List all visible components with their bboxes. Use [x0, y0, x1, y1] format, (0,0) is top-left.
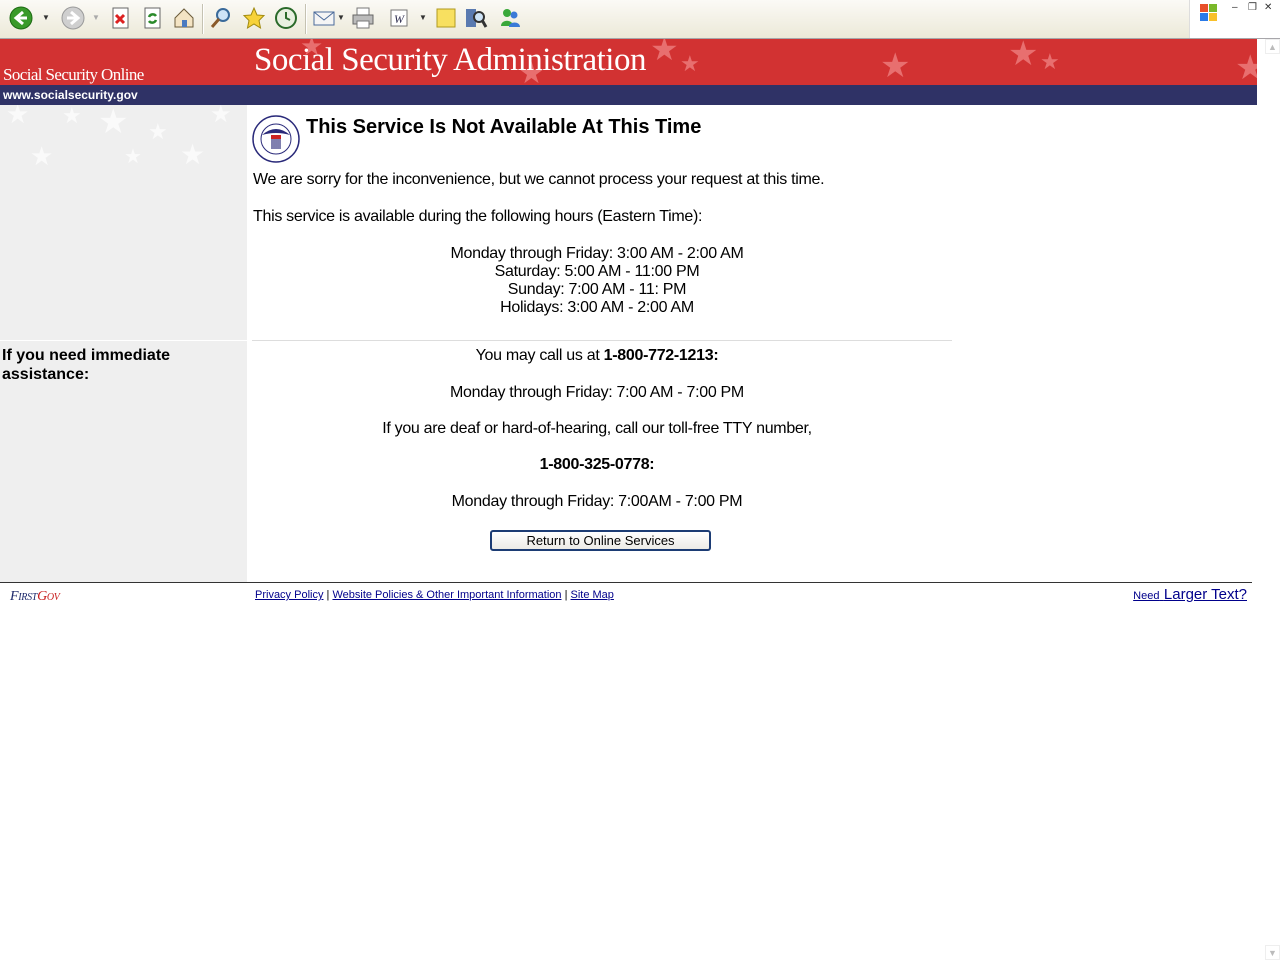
- decorative-star-icon: ★: [1040, 49, 1060, 74]
- larger-text-link[interactable]: Need Larger Text?: [1133, 586, 1247, 604]
- back-dropdown-icon[interactable]: ▼: [42, 14, 50, 22]
- decorative-star-icon: ★: [124, 146, 142, 168]
- return-to-online-services-button[interactable]: Return to Online Services: [490, 530, 711, 551]
- vertical-scrollbar[interactable]: ▲ ▼: [1265, 39, 1280, 960]
- site-header: ★ ★ ★ ★ ★ ★ ★ ★ Social Security Online S…: [0, 39, 1257, 85]
- apology-text: We are sorry for the inconvenience, but …: [253, 171, 825, 188]
- decorative-star-icon: ★: [1235, 49, 1257, 85]
- restore-icon[interactable]: ❐: [1248, 2, 1257, 13]
- website-policies-link[interactable]: Website Policies & Other Important Infor…: [332, 589, 561, 601]
- section-divider: [252, 340, 952, 341]
- firstgov-first: First: [10, 589, 38, 604]
- page-title: This Service Is Not Available At This Ti…: [306, 116, 702, 138]
- decorative-star-icon: ★: [680, 51, 700, 76]
- hours-holidays: Holidays: 3:00 AM - 2:00 AM: [500, 299, 694, 316]
- call-us-text: You may call us at 1-800-772-1213:: [252, 347, 942, 365]
- svg-text:W: W: [394, 12, 405, 26]
- favorites-icon[interactable]: [241, 5, 267, 31]
- browser-toolbar: ▼ ▼ ▼ W ▼ – ❐ ✕: [0, 0, 1280, 39]
- footer-links: Privacy Policy | Website Policies & Othe…: [255, 589, 614, 601]
- home-icon[interactable]: [171, 5, 197, 31]
- privacy-policy-link[interactable]: Privacy Policy: [255, 589, 323, 601]
- tty-intro: If you are deaf or hard-of-hearing, call…: [382, 420, 812, 437]
- scroll-up-icon[interactable]: ▲: [1265, 39, 1280, 54]
- larger-text-label: Larger Text?: [1163, 586, 1247, 603]
- sidebar-divider: [0, 340, 247, 341]
- scroll-down-icon[interactable]: ▼: [1265, 945, 1280, 960]
- messenger-icon[interactable]: [497, 5, 523, 31]
- forward-icon[interactable]: [60, 5, 86, 31]
- decorative-star-icon: ★: [650, 39, 679, 67]
- need-label: Need: [1133, 590, 1160, 602]
- decorative-star-icon: ★: [98, 105, 129, 141]
- ssa-seal-logo: [252, 115, 300, 163]
- firstgov-logo[interactable]: FirstGov: [10, 589, 60, 605]
- hours-sunday: Sunday: 7:00 AM - 11: PM: [507, 281, 687, 298]
- decorative-star-icon: ★: [62, 105, 82, 128]
- phone-number: 1-800-772-1213:: [603, 347, 719, 364]
- edit-icon[interactable]: W: [386, 5, 412, 31]
- tty-hours: Monday through Friday: 7:00AM - 7:00 PM: [451, 493, 743, 510]
- close-icon[interactable]: ✕: [1264, 2, 1272, 13]
- stop-icon[interactable]: [107, 5, 133, 31]
- assistance-heading: If you need immediate assistance:: [2, 347, 171, 383]
- toolbar-separator: [305, 4, 307, 34]
- site-online-label: Social Security Online: [3, 65, 144, 84]
- search-icon[interactable]: [208, 5, 234, 31]
- windows-logo-icon: [1198, 2, 1220, 29]
- decorative-star-icon: ★: [1008, 39, 1039, 73]
- notes-icon[interactable]: [433, 5, 459, 31]
- window-controls: – ❐ ✕: [1189, 0, 1280, 38]
- firstgov-gov: Gov: [37, 589, 60, 604]
- history-icon[interactable]: [273, 5, 299, 31]
- site-map-link[interactable]: Site Map: [571, 589, 614, 601]
- toolbar-separator: [202, 4, 204, 34]
- refresh-icon[interactable]: [139, 5, 165, 31]
- back-icon[interactable]: [8, 5, 34, 31]
- print-icon[interactable]: [350, 5, 376, 31]
- decorative-star-icon: ★: [6, 105, 30, 129]
- tty-phone-number: 1-800-325-0778:: [539, 456, 655, 473]
- hours-intro-text: This service is available during the fol…: [253, 208, 703, 225]
- hours-saturday: Saturday: 5:00 AM - 11:00 PM: [494, 263, 700, 280]
- mail-dropdown-icon[interactable]: ▼: [337, 14, 345, 22]
- decorative-star-icon: ★: [30, 141, 54, 171]
- decorative-star-icon: ★: [180, 139, 206, 170]
- minimize-icon[interactable]: –: [1232, 2, 1238, 13]
- link-separator: |: [564, 589, 568, 601]
- research-icon[interactable]: [463, 5, 489, 31]
- decorative-star-icon: ★: [210, 105, 232, 128]
- footer-divider: [0, 582, 1252, 583]
- site-title: Social Security Administration: [254, 42, 646, 78]
- hours-weekday: Monday through Friday: 3:00 AM - 2:00 AM: [450, 245, 744, 262]
- call-us-prefix: You may call us at: [475, 347, 604, 364]
- forward-dropdown-icon[interactable]: ▼: [92, 14, 100, 22]
- decorative-star-icon: ★: [148, 119, 168, 144]
- decorative-star-icon: ★: [880, 47, 911, 85]
- mail-icon[interactable]: [311, 5, 337, 31]
- site-url: www.socialsecurity.gov: [3, 88, 138, 102]
- larger-text-anchor[interactable]: Need Larger Text?: [1133, 586, 1247, 603]
- left-sidebar: ★ ★ ★ ★ ★ ★ ★ ★ If you need immediate as…: [0, 105, 247, 582]
- link-separator: |: [326, 589, 330, 601]
- edit-dropdown-icon[interactable]: ▼: [419, 14, 427, 22]
- url-bar: www.socialsecurity.gov: [0, 85, 1257, 105]
- phone-hours: Monday through Friday: 7:00 AM - 7:00 PM: [450, 384, 744, 401]
